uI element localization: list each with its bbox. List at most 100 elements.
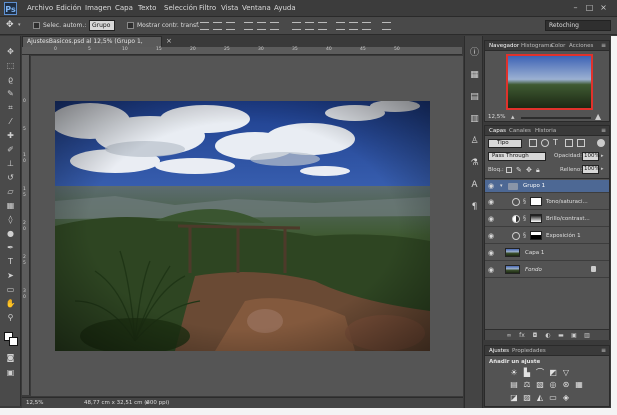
distribute-right-icon[interactable] <box>362 22 371 30</box>
new-layer-icon[interactable]: ▣ <box>570 332 578 339</box>
zoom-level[interactable]: 12,5% <box>26 400 43 406</box>
mask-link-icon[interactable]: § <box>523 232 526 239</box>
screen-mode-icon[interactable]: ▣ <box>4 367 17 378</box>
layer-row-fondo[interactable]: ◉ Fondo <box>485 262 609 278</box>
align-center-icon[interactable] <box>257 22 266 30</box>
lock-all-icon[interactable]: 🔒︎ <box>536 166 540 175</box>
visibility-eye-icon[interactable]: ◉ <box>488 199 496 206</box>
color-lookup-adj-icon[interactable]: ▦ <box>574 380 584 389</box>
zoom-in-icon[interactable]: ▲ <box>595 112 601 121</box>
channel-mixer-adj-icon[interactable]: ⊛ <box>561 380 571 389</box>
color-balance-adj-icon[interactable]: ⚖ <box>522 380 532 389</box>
eyedropper-tool-icon[interactable]: ⁄ <box>4 116 17 127</box>
menu-ventana[interactable]: Ventana <box>242 4 271 12</box>
align-left-icon[interactable] <box>244 22 253 30</box>
paragraph-panel-icon[interactable]: ¶ <box>469 202 480 213</box>
dodge-tool-icon[interactable]: ● <box>4 228 17 239</box>
lock-position-icon[interactable]: ✥ <box>526 166 532 174</box>
menu-imagen[interactable]: Imagen <box>85 4 111 12</box>
vibrance-adj-icon[interactable]: ▽ <box>561 368 571 377</box>
zoom-slider[interactable] <box>521 117 591 119</box>
status-menu-arrow-icon[interactable]: ▸ <box>146 399 149 406</box>
curves-adj-icon[interactable]: ⌒ <box>535 368 545 377</box>
layer-mask-thumbnail[interactable] <box>530 214 542 223</box>
filter-kind-select[interactable]: Tipo <box>488 139 522 148</box>
quick-select-tool-icon[interactable]: ✎ <box>4 88 17 99</box>
gradient-map-adj-icon[interactable]: ▭ <box>548 393 558 402</box>
align-bottom-icon[interactable] <box>226 22 235 30</box>
document-image[interactable] <box>55 101 430 351</box>
filter-pixel-icon[interactable] <box>529 139 537 147</box>
marquee-tool-icon[interactable]: ⬚ <box>4 60 17 71</box>
tab-acciones[interactable]: Acciones <box>569 43 593 49</box>
layer-name[interactable]: Fondo <box>525 267 542 273</box>
tool-preset-dropdown-icon[interactable]: ▾ <box>18 22 21 28</box>
align-middle-icon[interactable] <box>213 22 222 30</box>
crop-tool-icon[interactable]: ⌗ <box>4 102 17 113</box>
align-right-icon[interactable] <box>270 22 279 30</box>
align-top-icon[interactable] <box>200 22 209 30</box>
filter-type-icon[interactable]: T <box>553 138 558 147</box>
swatches-panel-icon[interactable]: ▦ <box>469 70 480 81</box>
layer-row-grupo-1[interactable]: ◉ ▾ Grupo 1 <box>485 180 609 193</box>
layer-row-brillo-contraste[interactable]: ◉ § Brillo/contrast... <box>485 211 609 227</box>
panel-menu-icon[interactable]: ≡ <box>601 127 606 134</box>
eraser-tool-icon[interactable]: ▱ <box>4 186 17 197</box>
pen-tool-icon[interactable]: ✒ <box>4 242 17 253</box>
lasso-tool-icon[interactable]: ϱ <box>4 74 17 85</box>
move-tool-icon[interactable]: ✥ <box>4 46 17 57</box>
tab-propiedades[interactable]: Propiedades <box>512 348 546 354</box>
navigator-preview[interactable] <box>506 54 593 110</box>
tab-navegador[interactable]: Navegador <box>489 43 519 49</box>
show-transform-checkbox[interactable] <box>127 22 134 29</box>
menu-vista[interactable]: Vista <box>221 4 238 12</box>
group-expand-arrow-icon[interactable]: ▾ <box>500 183 503 189</box>
visibility-eye-icon[interactable]: ◉ <box>488 216 496 223</box>
brush-presets-panel-icon[interactable]: ▤ <box>469 92 480 103</box>
close-document-icon[interactable]: × <box>166 37 172 45</box>
menu-texto[interactable]: Texto <box>138 4 156 12</box>
menu-ayuda[interactable]: Ayuda <box>274 4 296 12</box>
layer-row-exposicion-1[interactable]: ◉ § Exposición 1 <box>485 228 609 244</box>
navigator-zoom[interactable]: 12,5% <box>488 114 505 120</box>
hand-tool-icon[interactable]: ✋ <box>4 298 17 309</box>
visibility-eye-icon[interactable]: ◉ <box>488 183 496 190</box>
layer-style-icon[interactable]: fx <box>518 332 526 339</box>
auto-align-layers-icon[interactable] <box>382 22 391 30</box>
path-selection-tool-icon[interactable]: ➤ <box>4 270 17 281</box>
maximize-button[interactable]: □ <box>584 3 595 13</box>
quick-mask-icon[interactable]: ◙ <box>4 352 17 363</box>
healing-brush-tool-icon[interactable]: ✚ <box>4 130 17 141</box>
hue-saturation-adj-icon[interactable]: ▤ <box>509 380 519 389</box>
shape-tool-icon[interactable]: ▭ <box>4 284 17 295</box>
layer-row-tono-saturacion[interactable]: ◉ § Tono/saturaci... <box>485 194 609 210</box>
distribute-center-icon[interactable] <box>349 22 358 30</box>
tab-ajustes[interactable]: Ajustes <box>489 348 509 354</box>
fill-field[interactable]: 100% <box>582 165 600 174</box>
distribute-bottom-icon[interactable] <box>318 22 327 30</box>
distribute-middle-icon[interactable] <box>305 22 314 30</box>
layer-thumbnail[interactable] <box>505 248 520 257</box>
exposure-adj-icon[interactable]: ◩ <box>548 368 558 377</box>
type-tool-icon[interactable]: T <box>4 256 17 267</box>
menu-edicion[interactable]: Edición <box>56 4 81 12</box>
distribute-top-icon[interactable] <box>292 22 301 30</box>
layer-mask-thumbnail[interactable] <box>530 197 542 206</box>
workspace-select[interactable]: Retoching <box>545 20 611 31</box>
layer-mask-thumbnail[interactable] <box>530 231 542 240</box>
layer-name[interactable]: Tono/saturaci... <box>546 199 588 205</box>
brightness-contrast-adj-icon[interactable]: ☀ <box>509 368 519 377</box>
blur-tool-icon[interactable]: ◊ <box>4 214 17 225</box>
tab-color[interactable]: Color <box>551 43 565 49</box>
layer-name[interactable]: Capa 1 <box>525 250 544 256</box>
posterize-adj-icon[interactable]: ▨ <box>522 393 532 402</box>
gradient-tool-icon[interactable]: ▦ <box>4 200 17 211</box>
tab-historia[interactable]: Historia <box>535 128 556 134</box>
document-tab[interactable]: AjustesBasicos.psd al 12,5% (Grupo 1, RG… <box>22 36 162 55</box>
threshold-adj-icon[interactable]: ◭ <box>535 393 545 402</box>
minimize-button[interactable]: – <box>570 3 581 13</box>
zoom-tool-icon[interactable]: ⚲ <box>4 312 17 323</box>
panel-menu-icon[interactable]: ≡ <box>601 347 606 354</box>
visibility-eye-icon[interactable]: ◉ <box>488 250 496 257</box>
filter-smart-object-icon[interactable] <box>577 139 585 147</box>
